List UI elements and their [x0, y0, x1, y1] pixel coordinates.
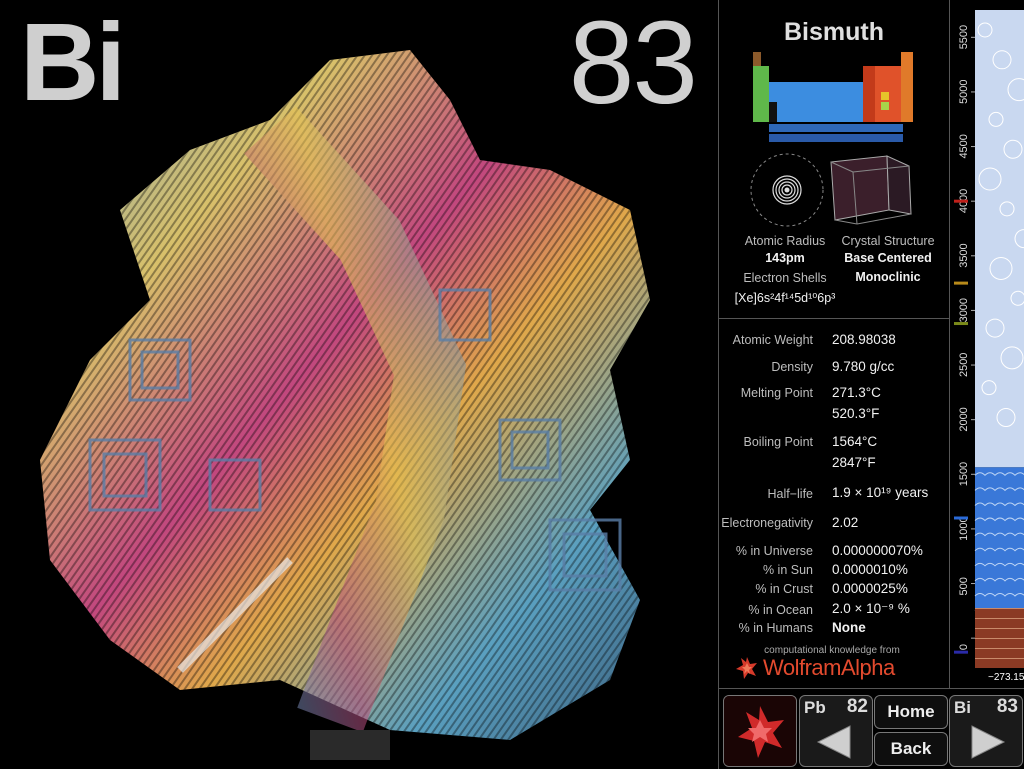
temperature-scale-graphic: 5500500045004000350030002500200015001000… [950, 0, 1024, 688]
scale-tick-label: 500 [958, 577, 970, 595]
atomic-weight-label: Atomic Weight [732, 333, 813, 347]
boiling-point-fahrenheit: 2847°F [832, 455, 876, 470]
scale-tick-label: 5500 [958, 25, 970, 49]
electron-shells-label: Electron Shells [743, 271, 827, 285]
ocean-abundance-label: % in Ocean [748, 603, 813, 617]
human-abundance-label: % in Humans [738, 621, 813, 635]
absolute-zero-label: −273.15 [988, 672, 1024, 683]
left-arrow-icon [816, 725, 851, 759]
periodic-table-icon [753, 52, 913, 142]
next-element-symbol: Bi [954, 698, 971, 717]
previous-element-symbol: Pb [804, 698, 826, 717]
melting-point-fahrenheit: 520.3°F [832, 406, 880, 421]
next-element-number: 83 [996, 696, 1018, 717]
wolfram-alpha-logo[interactable]: WolframAlpha [735, 655, 895, 681]
density-label: Density [771, 360, 813, 374]
previous-element-tile[interactable]: Pb 82 [799, 695, 873, 767]
universe-abundance-label: % in Universe [735, 544, 813, 558]
right-arrow-icon [971, 725, 1006, 759]
crystal-structure-value-2: Monoclinic [855, 270, 921, 284]
temperature-scale: 5500500045004000350030002500200015001000… [949, 0, 1024, 688]
scale-tick-label: 1000 [958, 516, 970, 540]
crystal-structure-label: Crystal Structure [841, 234, 935, 248]
scale-tick-label: 4500 [958, 134, 970, 158]
universe-abundance-value: 0.000000070% [832, 543, 923, 558]
ocean-abundance-value: 2.0 × 10⁻⁹ % [832, 601, 910, 616]
crystal-structure-value: Base Centered [844, 251, 932, 265]
scale-tick-label: 0 [958, 644, 970, 650]
electron-shell-icon [750, 153, 824, 227]
atomic-weight-value: 208.98038 [832, 332, 896, 347]
wolfram-alpha-name: WolframAlpha [763, 655, 895, 680]
element-summary-panel: Bismuth Atomic Radius 143pm Crystal Stru… [718, 0, 949, 319]
scale-tick-label: 2000 [958, 407, 970, 431]
crust-abundance-label: % in Crust [755, 582, 813, 596]
scale-tick-label: 1500 [958, 462, 970, 486]
atomic-radius-value: 143pm [765, 251, 805, 265]
boiling-point-label: Boiling Point [743, 435, 814, 449]
half-life-label: Half−life [767, 487, 813, 501]
crust-abundance-value: 0.0000025% [832, 581, 908, 596]
element-properties-panel: Atomic Weight 208.98038 Density 9.780 g/… [718, 319, 949, 688]
previous-element-number: 82 [846, 696, 868, 717]
atomic-number: 83 [568, 0, 698, 129]
home-button[interactable]: Home [874, 695, 948, 729]
atomic-radius-label: Atomic Radius [744, 234, 826, 248]
back-button[interactable]: Back [874, 732, 948, 766]
liquid-region [975, 467, 1024, 629]
boiling-point-celsius: 1564°C [832, 434, 878, 449]
electronegativity-label: Electronegativity [721, 516, 813, 530]
element-symbol: Bi [20, 1, 126, 124]
scale-tick-label: 5000 [958, 79, 970, 103]
wolfram-spikey-icon [724, 696, 796, 766]
electronegativity-value: 2.02 [832, 515, 859, 530]
wolfram-home-tile[interactable] [723, 695, 797, 767]
human-abundance-value: None [832, 620, 866, 635]
element-photo-area: Bi 83 [0, 0, 718, 768]
bismuth-crystal-image [40, 50, 650, 760]
sun-abundance-label: % in Sun [762, 563, 813, 577]
next-element-tile[interactable]: Bi 83 [949, 695, 1023, 767]
electron-configuration: [Xe]6s²4f¹⁴5d¹⁰6p³ [734, 291, 836, 305]
scale-tick-label: 2500 [958, 353, 970, 377]
sun-abundance-value: 0.0000010% [832, 562, 908, 577]
density-value: 9.780 g/cc [832, 359, 895, 374]
melting-point-celsius: 271.3°C [832, 385, 881, 400]
wolfram-spikey-icon [736, 657, 757, 679]
melting-point-label: Melting Point [740, 386, 813, 400]
scale-tick-label: 3500 [958, 243, 970, 267]
scale-tick-label: 3000 [958, 298, 970, 322]
half-life-value: 1.9 × 10¹⁹ years [832, 485, 929, 500]
bottom-navigation: Pb 82 Home Back Bi 83 [718, 688, 1024, 769]
element-name: Bismuth [784, 18, 884, 46]
crystal-cell-icon [830, 155, 912, 225]
